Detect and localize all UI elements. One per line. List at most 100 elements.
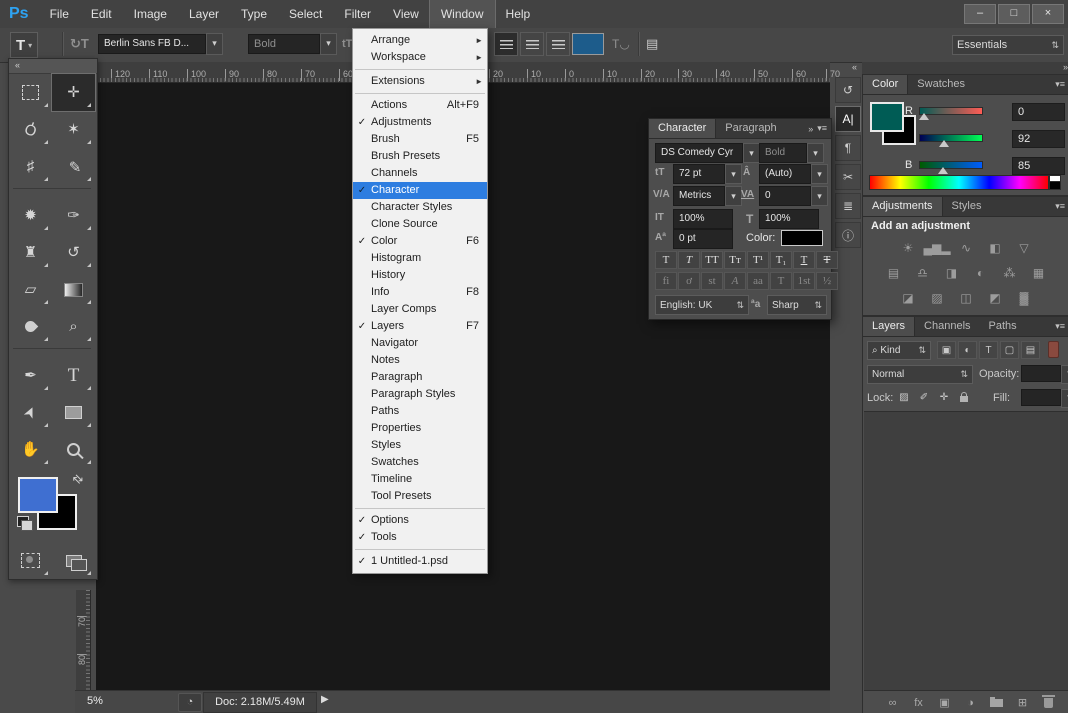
align-right-button[interactable] xyxy=(546,32,570,56)
opacity-value[interactable] xyxy=(1021,365,1061,382)
window-menu-item[interactable]: Tool Presets xyxy=(353,488,487,505)
filter-adjustment-layers-icon[interactable]: ◐ xyxy=(958,341,977,359)
window-menu-item[interactable]: ✓ 1 Untitled-1.psd xyxy=(353,553,487,570)
maximize-button[interactable]: □ xyxy=(998,4,1030,24)
tab-paragraph[interactable]: Paragraph xyxy=(716,119,785,138)
status-options-arrow-icon[interactable]: ▶ xyxy=(321,694,329,705)
color-balance-icon[interactable]: ♎ xyxy=(912,264,934,281)
tab-character[interactable]: Character xyxy=(649,119,716,138)
lock-all-icon[interactable] xyxy=(957,389,971,405)
screen-mode-button[interactable] xyxy=(52,542,95,579)
discretionary-ligatures-button[interactable]: st xyxy=(701,272,723,290)
invert-icon[interactable]: ◪ xyxy=(897,289,919,306)
lock-transparent-pixels-icon[interactable]: ▨ xyxy=(897,389,911,405)
posterize-icon[interactable]: ▨ xyxy=(926,289,948,306)
menu-bar-item[interactable]: Filter xyxy=(333,0,382,28)
history-panel-icon[interactable]: ↺ xyxy=(835,77,861,103)
rectangle-tool[interactable] xyxy=(52,394,95,431)
blur-tool[interactable] xyxy=(9,308,52,345)
eraser-tool[interactable]: ▱ xyxy=(9,271,52,308)
filter-shape-layers-icon[interactable]: ▢ xyxy=(1000,341,1019,359)
subscript-button[interactable]: T₁ xyxy=(770,251,792,269)
window-menu-item[interactable]: ✓ Character xyxy=(353,182,487,199)
path-selection-tool[interactable]: ➤ xyxy=(9,394,52,431)
cp-leading-combo[interactable]: (Auto) ▾ xyxy=(759,164,828,184)
window-menu-item[interactable]: Histogram xyxy=(353,250,487,267)
gradient-tool[interactable] xyxy=(52,271,95,308)
faux-italic-button[interactable]: T xyxy=(678,251,700,269)
menu-bar-item[interactable]: Window xyxy=(430,0,495,28)
chevron-down-icon[interactable]: ▾ xyxy=(807,143,824,163)
brush-tool[interactable]: ✑ xyxy=(52,197,95,234)
fill-value[interactable] xyxy=(1021,389,1061,406)
move-tool[interactable]: ✛ xyxy=(52,74,95,111)
tab-adjustments[interactable]: Adjustments xyxy=(863,197,943,216)
text-color-swatch[interactable] xyxy=(572,32,604,56)
ordinals-button[interactable]: 1st xyxy=(793,272,815,290)
type-tool[interactable]: T xyxy=(52,357,95,394)
faux-bold-button[interactable]: T xyxy=(655,251,677,269)
align-center-button[interactable] xyxy=(520,32,544,56)
lock-position-icon[interactable]: ✛ xyxy=(937,389,951,405)
panel-menu-icon[interactable]: ▾≡ xyxy=(1055,321,1065,332)
tab-layers[interactable]: Layers xyxy=(863,317,915,336)
channel-value-field[interactable]: 92 xyxy=(1012,130,1065,148)
tab-color[interactable]: Color xyxy=(863,75,908,94)
threshold-icon[interactable]: ◫ xyxy=(955,289,977,306)
window-menu-item[interactable]: Paths xyxy=(353,403,487,420)
channel-value-field[interactable]: 0 xyxy=(1012,103,1065,121)
eyedropper-tool[interactable]: ✐ xyxy=(52,148,95,185)
tab-channels[interactable]: Channels xyxy=(915,317,979,336)
window-menu-item[interactable]: Channels xyxy=(353,165,487,182)
underline-button[interactable]: T xyxy=(793,251,815,269)
panel-menu-icon[interactable]: ▾≡ xyxy=(817,123,827,134)
gradient-map-icon[interactable]: ▓ xyxy=(1013,289,1035,306)
fill-combo[interactable]: ▾ xyxy=(1021,389,1068,408)
slider-thumb[interactable] xyxy=(919,113,929,120)
font-style-combo[interactable]: Bold ▾ xyxy=(248,32,337,56)
curves-icon[interactable]: ∿ xyxy=(955,239,977,256)
opacity-combo[interactable]: ▾ xyxy=(1021,365,1068,384)
align-left-button[interactable] xyxy=(494,32,518,56)
collapse-dock-icon[interactable]: » xyxy=(862,62,1068,74)
blend-mode-combo[interactable]: Normal ⇅ xyxy=(867,365,973,384)
add-layer-mask-icon[interactable]: ▣ xyxy=(938,696,951,709)
tab-styles[interactable]: Styles xyxy=(943,197,991,216)
layer-filter-toggle[interactable] xyxy=(1048,341,1059,358)
window-menu-item[interactable]: Timeline xyxy=(353,471,487,488)
window-menu-item[interactable]: Actions Alt+F9 xyxy=(353,97,487,114)
cp-text-color-swatch[interactable] xyxy=(781,230,823,246)
cp-style-combo[interactable]: Bold ▾ xyxy=(759,143,824,163)
window-menu-item[interactable]: Properties xyxy=(353,420,487,437)
quick-mask-button[interactable] xyxy=(9,542,52,579)
channel-value-field[interactable]: 85 xyxy=(1012,157,1065,175)
cp-kerning-combo[interactable]: Metrics ▾ xyxy=(673,186,742,206)
strikethrough-button[interactable]: T xyxy=(816,251,838,269)
info-panel-icon[interactable]: ⓘ xyxy=(835,222,861,248)
window-menu-item[interactable]: Paragraph xyxy=(353,369,487,386)
spot-healing-brush-tool[interactable]: ✹ xyxy=(9,197,52,234)
workspace-combo[interactable]: Essentials ⇅ xyxy=(952,35,1064,55)
panel-menu-icon[interactable]: ▾≡ xyxy=(1055,201,1065,212)
window-menu-item[interactable]: ✓ Options xyxy=(353,512,487,529)
clone-source-panel-icon[interactable]: ≣ xyxy=(835,193,861,219)
toggle-panels-button[interactable]: ▤ xyxy=(646,32,658,56)
menu-bar-item[interactable]: Help xyxy=(495,0,542,28)
rectangular-marquee-tool[interactable] xyxy=(9,74,52,111)
status-clock-icon[interactable]: ◔ xyxy=(178,693,202,712)
close-button[interactable]: × xyxy=(1032,4,1064,24)
cp-vscale-value[interactable]: 100% xyxy=(673,209,733,229)
window-menu-item[interactable]: Extensions ► xyxy=(353,73,487,90)
text-color-value[interactable] xyxy=(572,33,604,55)
default-colors-icon[interactable] xyxy=(17,516,29,527)
window-menu-item[interactable]: History xyxy=(353,267,487,284)
chevron-down-icon[interactable]: ▾ xyxy=(1061,365,1068,384)
menu-bar-item[interactable]: Select xyxy=(278,0,333,28)
channel-slider-track[interactable] xyxy=(919,161,983,169)
expand-dock-icon[interactable]: « xyxy=(834,62,860,74)
menu-bar-item[interactable]: Image xyxy=(123,0,178,28)
selective-color-icon[interactable]: ◩ xyxy=(984,289,1006,306)
chevron-down-icon[interactable]: ▾ xyxy=(811,186,828,206)
window-menu-item[interactable]: Arrange ► xyxy=(353,32,487,49)
window-menu-item[interactable]: ✓ Tools xyxy=(353,529,487,546)
